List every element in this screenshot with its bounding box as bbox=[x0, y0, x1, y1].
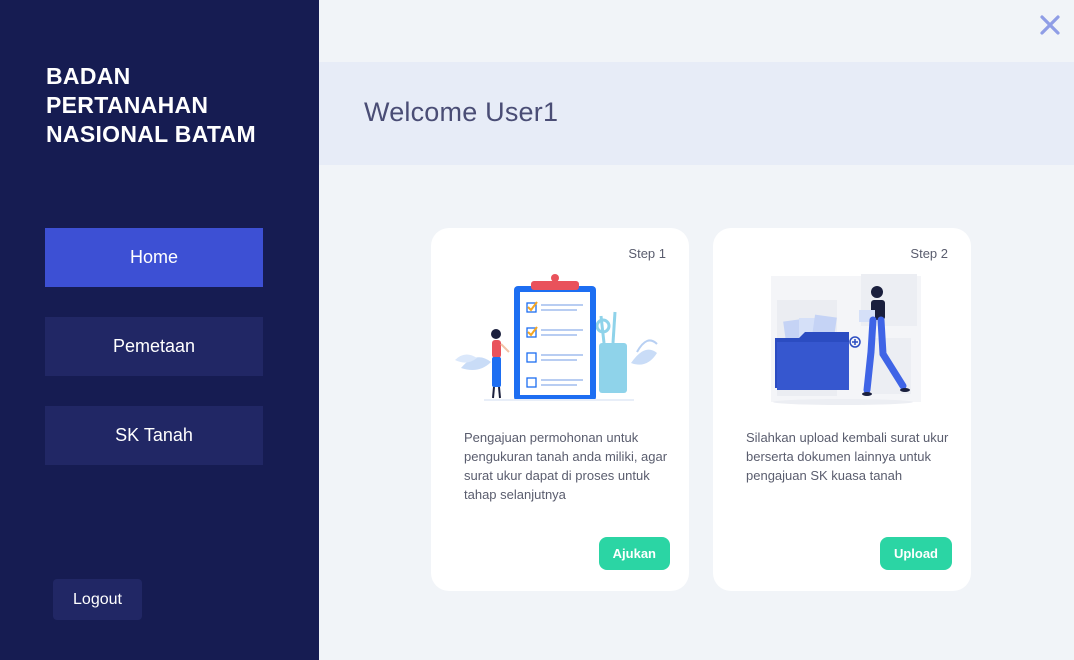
welcome-banner: Welcome User1 bbox=[319, 62, 1074, 165]
welcome-heading: Welcome User1 bbox=[364, 97, 559, 127]
nav-home-button[interactable]: Home bbox=[45, 228, 263, 287]
step-1-description: Pengajuan permohonan untuk pengukuran ta… bbox=[464, 430, 668, 502]
step-1-label: Step 1 bbox=[628, 246, 666, 261]
ajukan-button-label: Ajukan bbox=[612, 546, 656, 561]
close-icon[interactable] bbox=[1037, 12, 1063, 38]
sidebar: BADAN PERTANAHAN NASIONAL BATAM Home Pem… bbox=[0, 0, 319, 660]
nav-sk-tanah-button[interactable]: SK Tanah bbox=[45, 406, 263, 465]
nav-home-label: Home bbox=[129, 247, 178, 267]
nav-sk-tanah-label: SK Tanah bbox=[115, 425, 193, 445]
step-1-card: Step 1 Pengajuan permohonan untuk penguk… bbox=[431, 228, 689, 591]
logout-button[interactable]: Logout bbox=[53, 579, 142, 620]
logout-label: Logout bbox=[73, 590, 122, 608]
nav-pemetaan-button[interactable]: Pemetaan bbox=[45, 317, 263, 376]
step-2-label: Step 2 bbox=[910, 246, 948, 261]
upload-button[interactable]: Upload bbox=[879, 537, 952, 570]
brand-title: BADAN PERTANAHAN NASIONAL BATAM bbox=[46, 63, 256, 147]
step-2-description: Silahkan upload kembali surat ukur berse… bbox=[746, 430, 949, 483]
ajukan-button[interactable]: Ajukan bbox=[598, 537, 670, 570]
document-folder-illustration bbox=[733, 268, 951, 408]
step-2-card: Step 2 Silahkan upload kembali surat uku… bbox=[713, 228, 971, 591]
upload-button-label: Upload bbox=[893, 546, 938, 561]
checklist-clipboard-illustration bbox=[451, 268, 669, 408]
nav-pemetaan-label: Pemetaan bbox=[112, 336, 196, 356]
